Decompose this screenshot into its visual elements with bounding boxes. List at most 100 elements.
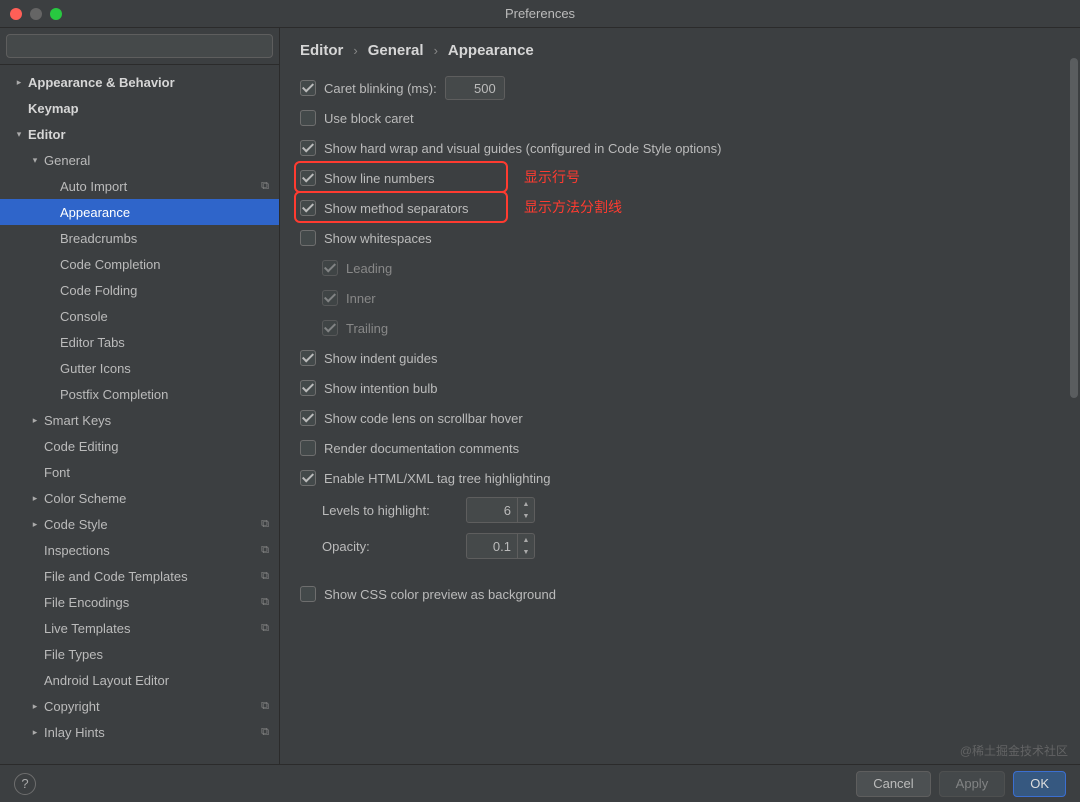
ok-button[interactable]: OK [1013, 771, 1066, 797]
opacity-label: Opacity: [322, 539, 458, 554]
chevron-down-icon[interactable]: ▼ [518, 510, 534, 522]
sidebar-item-smart-keys[interactable]: ▸Smart Keys [0, 407, 279, 433]
use-block-caret-checkbox[interactable] [300, 110, 316, 126]
copy-icon: ⧉ [261, 544, 269, 557]
opacity-spinner[interactable]: ▲▼ [466, 533, 535, 559]
chevron-right-icon: › [434, 43, 438, 58]
sidebar-item-inlay-hints[interactable]: ▸Inlay Hints⧉ [0, 719, 279, 745]
sidebar-item-label: Live Templates [44, 621, 261, 636]
sidebar-item-code-style[interactable]: ▸Code Style⧉ [0, 511, 279, 537]
sidebar-item-appearance-behavior[interactable]: ▸Appearance & Behavior [0, 69, 279, 95]
show-intention-bulb-checkbox[interactable] [300, 380, 316, 396]
apply-button[interactable]: Apply [939, 771, 1006, 797]
copy-icon: ⧉ [261, 622, 269, 635]
enable-html-tree-checkbox[interactable] [300, 470, 316, 486]
help-button[interactable]: ? [14, 773, 36, 795]
sidebar-item-auto-import[interactable]: ▸Auto Import⧉ [0, 173, 279, 199]
sidebar-item-file-encodings[interactable]: ▸File Encodings⧉ [0, 589, 279, 615]
render-doc-checkbox[interactable] [300, 440, 316, 456]
sidebar: ▸Appearance & Behavior▸Keymap▾Editor▾Gen… [0, 28, 280, 764]
use-block-caret-row: Use block caret [300, 103, 1060, 133]
annotation-line-numbers: 显示行号 [524, 167, 580, 187]
sidebar-item-live-templates[interactable]: ▸Live Templates⧉ [0, 615, 279, 641]
sidebar-item-color-scheme[interactable]: ▸Color Scheme [0, 485, 279, 511]
sidebar-item-console[interactable]: ▸Console [0, 303, 279, 329]
show-whitespaces-checkbox[interactable] [300, 230, 316, 246]
breadcrumb-general[interactable]: General [368, 42, 424, 59]
sidebar-item-label: Appearance [60, 205, 269, 220]
sidebar-item-postfix-completion[interactable]: ▸Postfix Completion [0, 381, 279, 407]
sidebar-item-code-completion[interactable]: ▸Code Completion [0, 251, 279, 277]
sidebar-item-label: File and Code Templates [44, 569, 261, 584]
sidebar-item-label: Code Style [44, 517, 261, 532]
sidebar-item-code-editing[interactable]: ▸Code Editing [0, 433, 279, 459]
chevron-right-icon: ▸ [28, 701, 42, 712]
settings-tree[interactable]: ▸Appearance & Behavior▸Keymap▾Editor▾Gen… [0, 65, 279, 764]
show-css-color-row: Show CSS color preview as background [300, 579, 1060, 609]
show-css-color-label: Show CSS color preview as background [324, 587, 556, 602]
show-whitespaces-row: Show whitespaces [300, 223, 1060, 253]
scrollbar-thumb[interactable] [1070, 58, 1078, 398]
caret-blinking-input[interactable] [445, 76, 505, 100]
caret-blinking-checkbox[interactable] [300, 80, 316, 96]
show-line-numbers-row: Show line numbers [300, 163, 1060, 193]
sidebar-item-inspections[interactable]: ▸Inspections⧉ [0, 537, 279, 563]
close-icon[interactable] [10, 8, 22, 20]
show-code-lens-checkbox[interactable] [300, 410, 316, 426]
sidebar-item-android-layout-editor[interactable]: ▸Android Layout Editor [0, 667, 279, 693]
sidebar-item-label: Inlay Hints [44, 725, 261, 740]
sidebar-item-keymap[interactable]: ▸Keymap [0, 95, 279, 121]
show-method-separators-checkbox[interactable] [300, 200, 316, 216]
levels-row: Levels to highlight: ▲▼ [300, 495, 1060, 525]
chevron-down-icon: ▾ [12, 129, 26, 140]
spinner-buttons[interactable]: ▲▼ [517, 534, 534, 558]
sidebar-item-editor-tabs[interactable]: ▸Editor Tabs [0, 329, 279, 355]
show-line-numbers-checkbox[interactable] [300, 170, 316, 186]
leading-row: Leading [300, 253, 1060, 283]
sidebar-item-label: Code Folding [60, 283, 269, 298]
breadcrumb-appearance: Appearance [448, 42, 534, 59]
sidebar-item-breadcrumbs[interactable]: ▸Breadcrumbs [0, 225, 279, 251]
sidebar-item-gutter-icons[interactable]: ▸Gutter Icons [0, 355, 279, 381]
scrollbar[interactable] [1070, 58, 1078, 724]
search-input[interactable] [6, 34, 273, 58]
show-indent-guides-row: Show indent guides [300, 343, 1060, 373]
breadcrumb-editor[interactable]: Editor [300, 42, 343, 59]
copy-icon: ⧉ [261, 518, 269, 531]
show-css-color-checkbox[interactable] [300, 586, 316, 602]
opacity-input[interactable] [467, 539, 517, 554]
sidebar-item-code-folding[interactable]: ▸Code Folding [0, 277, 279, 303]
levels-input[interactable] [467, 503, 517, 518]
sidebar-item-font[interactable]: ▸Font [0, 459, 279, 485]
sidebar-item-general[interactable]: ▾General [0, 147, 279, 173]
sidebar-item-label: Gutter Icons [60, 361, 269, 376]
window-title: Preferences [505, 6, 575, 21]
enable-html-tree-label: Enable HTML/XML tag tree highlighting [324, 471, 550, 486]
sidebar-item-file-types[interactable]: ▸File Types [0, 641, 279, 667]
sidebar-item-label: File Types [44, 647, 269, 662]
chevron-up-icon[interactable]: ▲ [518, 534, 534, 546]
copy-icon: ⧉ [261, 726, 269, 739]
search-wrap [0, 28, 279, 65]
sidebar-item-file-and-code-templates[interactable]: ▸File and Code Templates⧉ [0, 563, 279, 589]
maximize-icon[interactable] [50, 8, 62, 20]
minimize-icon[interactable] [30, 8, 42, 20]
show-intention-bulb-label: Show intention bulb [324, 381, 437, 396]
spinner-buttons[interactable]: ▲▼ [517, 498, 534, 522]
sidebar-item-editor[interactable]: ▾Editor [0, 121, 279, 147]
cancel-button[interactable]: Cancel [856, 771, 930, 797]
show-code-lens-row: Show code lens on scrollbar hover [300, 403, 1060, 433]
chevron-up-icon[interactable]: ▲ [518, 498, 534, 510]
levels-spinner[interactable]: ▲▼ [466, 497, 535, 523]
chevron-down-icon[interactable]: ▼ [518, 546, 534, 558]
render-doc-row: Render documentation comments [300, 433, 1060, 463]
footer: ? Cancel Apply OK [0, 764, 1080, 802]
sidebar-item-copyright[interactable]: ▸Copyright⧉ [0, 693, 279, 719]
sidebar-item-label: Keymap [28, 101, 269, 116]
show-indent-guides-checkbox[interactable] [300, 350, 316, 366]
show-hard-wrap-checkbox[interactable] [300, 140, 316, 156]
chevron-right-icon: ▸ [28, 519, 42, 530]
sidebar-item-label: Color Scheme [44, 491, 269, 506]
content: ▸Appearance & Behavior▸Keymap▾Editor▾Gen… [0, 28, 1080, 764]
sidebar-item-appearance[interactable]: ▸Appearance [0, 199, 279, 225]
